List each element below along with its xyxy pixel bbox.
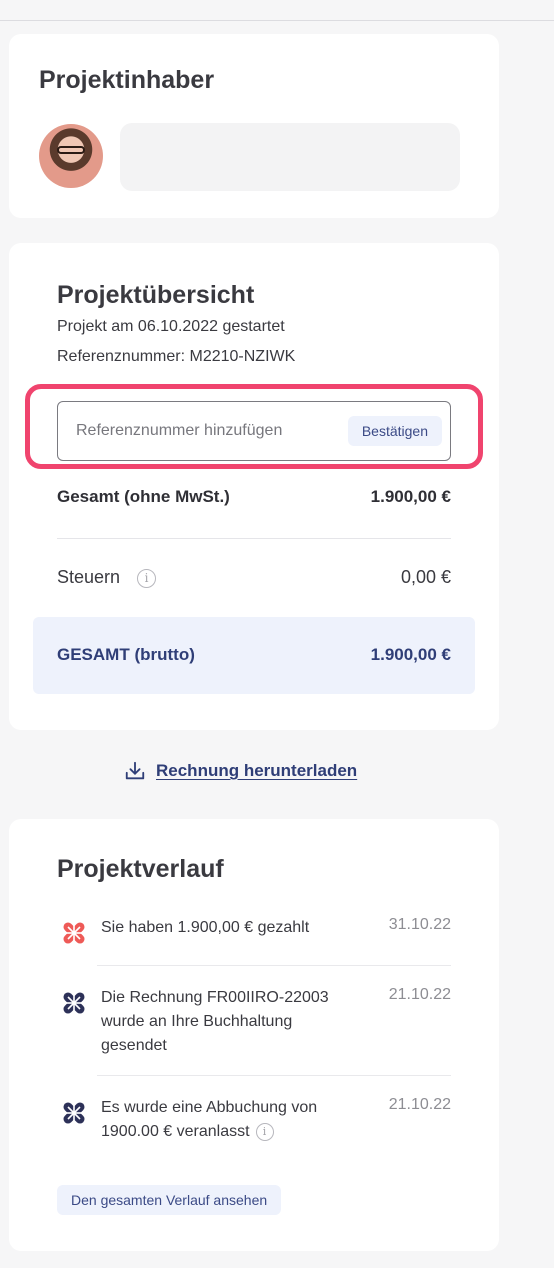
payment-icon	[63, 922, 85, 944]
owner-name-placeholder	[120, 123, 460, 191]
download-invoice-label: Rechnung herunterladen	[156, 761, 358, 780]
download-invoice-link[interactable]: Rechnung herunterladen	[124, 760, 357, 782]
tax-label: Steuern	[57, 567, 121, 587]
info-icon[interactable]: i	[255, 1122, 274, 1141]
event-date: 21.10.22	[388, 986, 451, 1003]
project-start-date: Projekt am 06.10.2022 gestartet	[57, 318, 285, 335]
event-text-wrap: Es wurde eine Abbuchung von 1900.00 € ve…	[101, 1096, 361, 1144]
history-title: Projektverlauf	[57, 855, 224, 883]
overview-title: Projektübersicht	[57, 281, 255, 309]
reference-number: Referenznummer: M2210-NZIWK	[57, 348, 296, 365]
history-event: Es wurde eine Abbuchung von 1900.00 € ve…	[57, 1096, 451, 1156]
project-overview-card: Projektübersicht Projekt am 06.10.2022 g…	[9, 243, 499, 730]
tax-value: 0,00 €	[400, 567, 451, 587]
event-date: 21.10.22	[388, 1096, 451, 1113]
view-full-history-button[interactable]: Den gesamten Verlauf ansehen	[57, 1185, 282, 1215]
download-icon	[125, 761, 145, 780]
event-divider	[97, 965, 451, 966]
reference-input[interactable]	[58, 402, 348, 460]
event-date: 31.10.22	[388, 916, 451, 933]
history-event: Die Rechnung FR00IIRO-22003 wurde an Ihr…	[57, 986, 451, 1066]
event-icon	[63, 1102, 85, 1124]
gross-total-label: GESAMT (brutto)	[57, 645, 195, 664]
gross-total-value: 1.900,00 €	[370, 645, 451, 664]
gross-total-row: GESAMT (brutto) 1.900,00 €	[57, 645, 451, 665]
event-icon	[63, 992, 85, 1014]
net-total-value: 1.900,00 €	[370, 487, 451, 506]
net-total-row: Gesamt (ohne MwSt.) 1.900,00 €	[57, 487, 451, 507]
summary-divider	[57, 538, 451, 539]
project-history-card: Projektverlauf Sie haben 1.900,00 € geza…	[9, 819, 499, 1251]
reference-input-group: Bestätigen	[57, 401, 451, 461]
owner-title: Projektinhaber	[39, 66, 215, 94]
avatar	[39, 124, 103, 188]
info-icon[interactable]: i	[137, 568, 157, 588]
top-divider	[0, 20, 554, 21]
event-divider	[97, 1075, 451, 1076]
tax-row: Steuern i 0,00 €	[57, 567, 451, 588]
event-text: Sie haben 1.900,00 € gezahlt	[101, 919, 310, 936]
confirm-button[interactable]: Bestätigen	[347, 416, 442, 446]
history-event: Sie haben 1.900,00 € gezahlt 31.10.22	[57, 916, 451, 946]
event-text: Die Rechnung FR00IIRO-22003 wurde an Ihr…	[101, 989, 329, 1054]
project-owner-card: Projektinhaber	[9, 34, 499, 218]
event-text: Es wurde eine Abbuchung von 1900.00 € ve…	[101, 1099, 318, 1140]
net-total-label: Gesamt (ohne MwSt.)	[57, 487, 230, 506]
